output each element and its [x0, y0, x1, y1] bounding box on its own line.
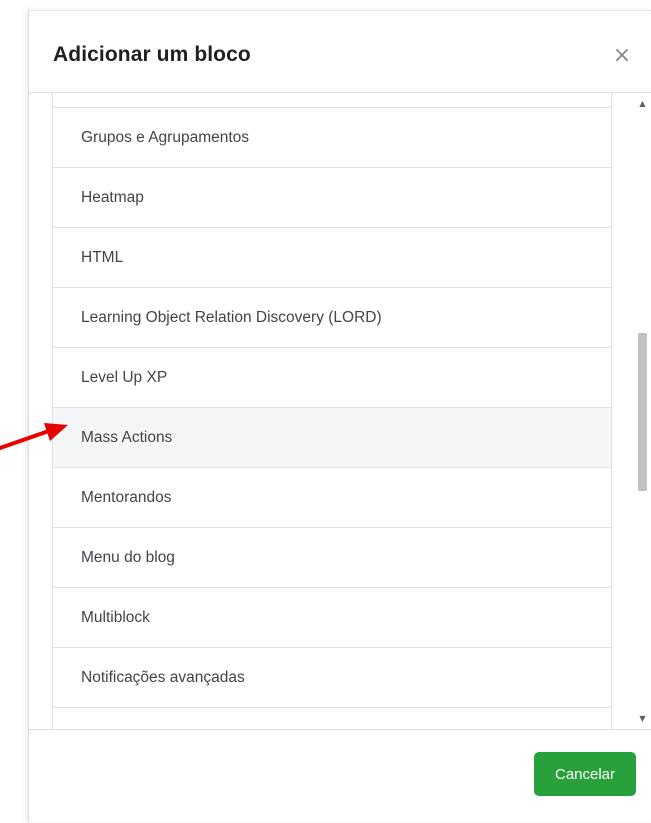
list-item[interactable]: Level Up XP — [52, 348, 612, 408]
dialog-footer: Cancelar — [29, 729, 651, 823]
list-item[interactable]: Notificações avançadas — [52, 648, 612, 708]
list-item-partial[interactable] — [52, 93, 612, 108]
list-item[interactable]: Grupos e Agrupamentos — [52, 108, 612, 168]
list-item-mass-actions[interactable]: Mass Actions — [52, 408, 612, 468]
list-item[interactable]: Menu do blog — [52, 528, 612, 588]
block-list-area: Grupos e Agrupamentos Heatmap HTML Learn… — [52, 93, 651, 731]
scroll-up-arrow-icon[interactable]: ▲ — [634, 95, 651, 112]
close-icon[interactable]: × — [611, 45, 633, 67]
list-item[interactable]: Learning Object Relation Discovery (LORD… — [52, 288, 612, 348]
scrollbar[interactable]: ▲ ▼ — [634, 93, 651, 731]
list-item[interactable]: Multiblock — [52, 588, 612, 648]
dialog-title: Adicionar um bloco — [53, 43, 251, 66]
dialog-header: Adicionar um bloco × — [29, 11, 651, 93]
list-item[interactable]: Mentorandos — [52, 468, 612, 528]
list-item[interactable]: Heatmap — [52, 168, 612, 228]
cancel-button[interactable]: Cancelar — [534, 752, 636, 796]
scroll-down-arrow-icon[interactable]: ▼ — [634, 710, 651, 727]
scrollbar-thumb[interactable] — [638, 333, 647, 491]
red-arrow-icon — [0, 423, 68, 450]
block-list: Grupos e Agrupamentos Heatmap HTML Learn… — [52, 93, 612, 731]
list-item[interactable]: HTML — [52, 228, 612, 288]
list-item-partial[interactable] — [52, 708, 612, 731]
add-block-dialog: Adicionar um bloco × Grupos e Agrupament… — [28, 10, 651, 822]
